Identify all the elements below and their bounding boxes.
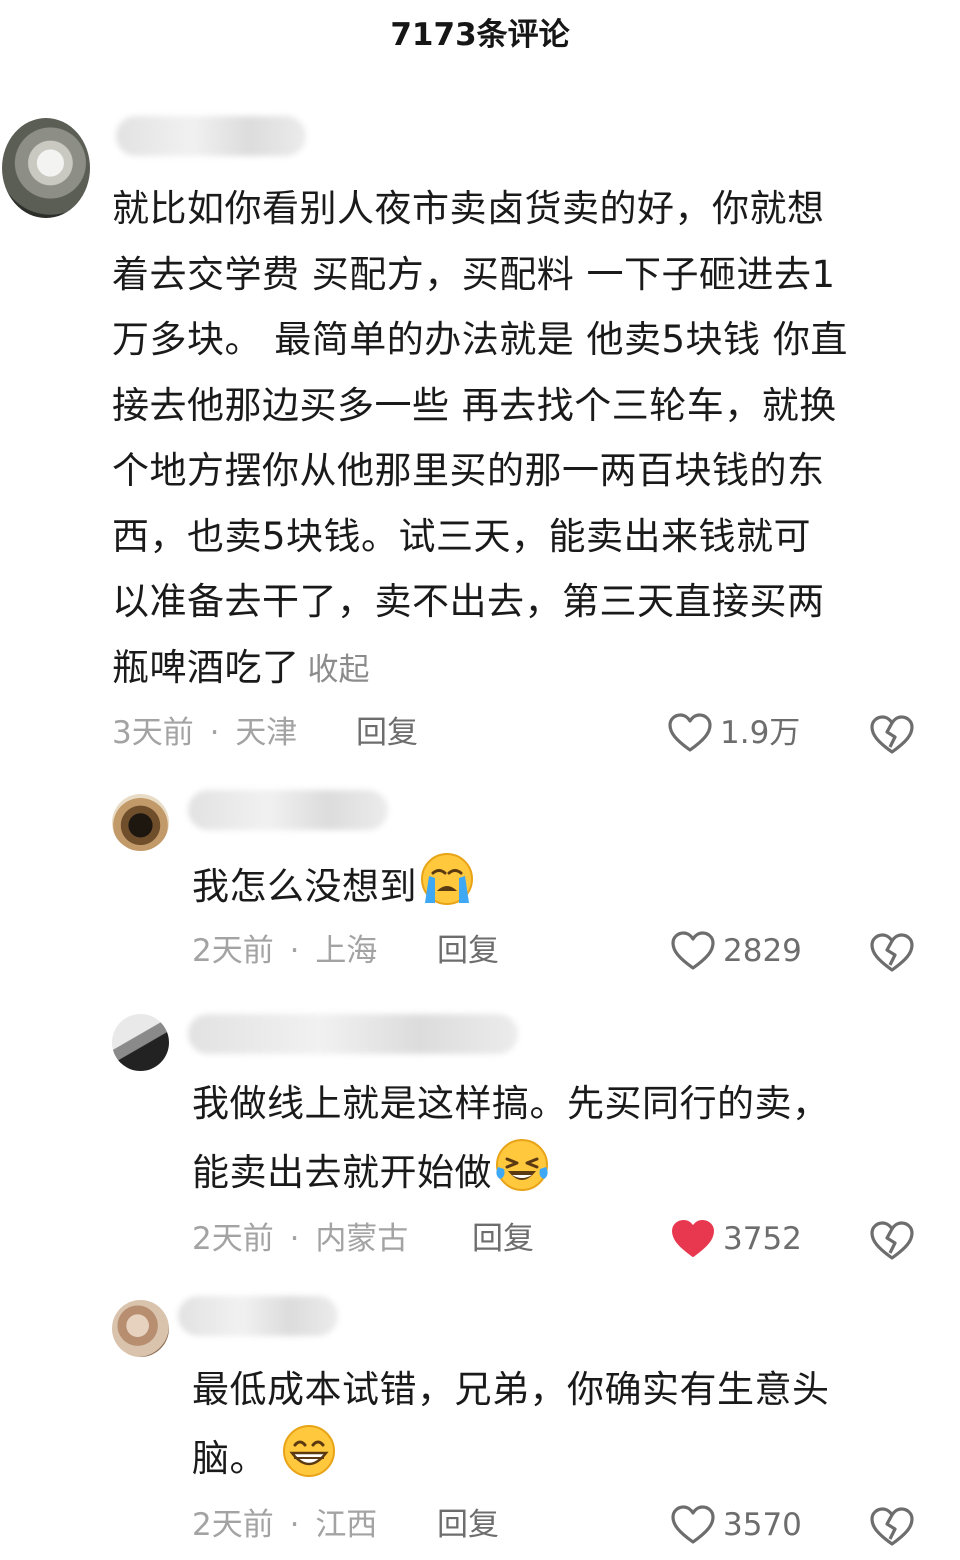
avatar[interactable]: [112, 794, 169, 851]
comment-line: 瓶啤酒吃了: [112, 645, 300, 689]
dislike-icon[interactable]: [870, 1505, 914, 1549]
dislike-icon[interactable]: [870, 1219, 914, 1263]
comment-location: 江西: [315, 1507, 378, 1543]
comment-time: 2天前: [192, 1221, 274, 1257]
comment-meta: 3天前 · 天津: [112, 711, 297, 755]
avatar[interactable]: [112, 1300, 169, 1357]
comment-line: 最低成本试错，兄弟，你确实有生意头: [192, 1368, 830, 1411]
avatar[interactable]: [112, 1014, 169, 1071]
comment-location: 上海: [315, 933, 378, 969]
meta-separator: ·: [209, 715, 220, 751]
comment-meta: 2天前 · 内蒙古: [192, 1217, 408, 1261]
comment-line-last: 脑。: [192, 1423, 932, 1492]
comment-text: 最低成本试错，兄弟，你确实有生意头 脑。: [192, 1357, 932, 1491]
username-blurred[interactable]: [188, 1014, 518, 1054]
like-button[interactable]: 1.9万: [668, 711, 800, 755]
crying-face-emoji-icon: [421, 853, 473, 905]
comment-time: 2天前: [192, 933, 274, 969]
avatar[interactable]: [2, 118, 90, 218]
dislike-icon[interactable]: [870, 713, 914, 757]
comment-text: 就比如你看别人夜市卖卤货卖的好，你就想 着去交学费 买配方，买配料 一下子砸进去…: [112, 176, 932, 703]
meta-separator: ·: [289, 933, 300, 969]
comment-line: 着去交学费 买配方，买配料 一下子砸进去1: [112, 252, 836, 296]
reply-button[interactable]: 回复: [437, 1503, 499, 1547]
like-button[interactable]: 3570: [671, 1503, 802, 1547]
username-blurred[interactable]: [116, 116, 306, 156]
comment-text: 我做线上就是这样搞。先买同行的卖， 能卖出去就开始做: [192, 1071, 932, 1205]
collapse-link[interactable]: 收起: [308, 652, 370, 688]
comment-location: 天津: [235, 715, 298, 751]
reply-button[interactable]: 回复: [356, 711, 418, 755]
like-button[interactable]: 2829: [671, 929, 802, 973]
heart-icon: [668, 713, 712, 752]
comment-line: 能卖出去就开始做: [192, 1150, 492, 1194]
meta-separator: ·: [289, 1221, 300, 1257]
heart-icon: [671, 931, 715, 970]
meta-separator: ·: [289, 1507, 300, 1543]
comment-line: 我怎么没想到: [192, 865, 417, 908]
comment-time: 2天前: [192, 1507, 274, 1543]
like-count: 3752: [723, 1221, 802, 1257]
comment-line: 以准备去干了，卖不出去，第三天直接买两: [112, 580, 825, 623]
username-blurred[interactable]: [178, 1296, 338, 1336]
heart-filled-icon: [672, 1220, 714, 1257]
heart-icon: [671, 1505, 715, 1544]
comment-line: 脑。: [192, 1436, 267, 1480]
comment-text: 我怎么没想到: [192, 851, 912, 920]
reply-button[interactable]: 回复: [437, 929, 499, 973]
comment-line-last: 瓶啤酒吃了 收起: [112, 635, 932, 704]
comment-meta: 2天前 · 江西: [192, 1503, 377, 1547]
comment-line: 个地方摆你从他那里买的那一两百块钱的东: [112, 449, 825, 492]
comment-line: 就比如你看别人夜市卖卤货卖的好，你就想: [112, 187, 825, 230]
like-count: 2829: [723, 933, 802, 969]
like-button[interactable]: 3752: [671, 1217, 802, 1261]
comment-line: 我做线上就是这样搞。先买同行的卖，: [192, 1082, 830, 1125]
comment-line: 西，也卖5块钱。试三天，能卖出来钱就可: [112, 514, 812, 558]
comment-meta: 2天前 · 上海: [192, 929, 377, 973]
comment-line-last: 能卖出去就开始做: [192, 1137, 932, 1206]
comment-line: 万多块。 最简单的办法就是 他卖5块钱 你直: [112, 318, 848, 361]
comment-line: 接去他那边买多一些 再去找个三轮车，就换: [112, 383, 837, 427]
laughing-crying-face-emoji-icon: [496, 1138, 548, 1191]
reply-button[interactable]: 回复: [472, 1217, 534, 1261]
grinning-face-emoji-icon: [283, 1424, 335, 1477]
comment-time: 3天前: [112, 715, 194, 751]
comments-count-title: 7173条评论: [390, 17, 570, 53]
username-blurred[interactable]: [188, 790, 388, 830]
like-count: 1.9万: [720, 715, 801, 751]
dislike-icon[interactable]: [870, 931, 914, 975]
comment-location: 内蒙古: [315, 1221, 409, 1257]
like-count: 3570: [723, 1507, 802, 1543]
